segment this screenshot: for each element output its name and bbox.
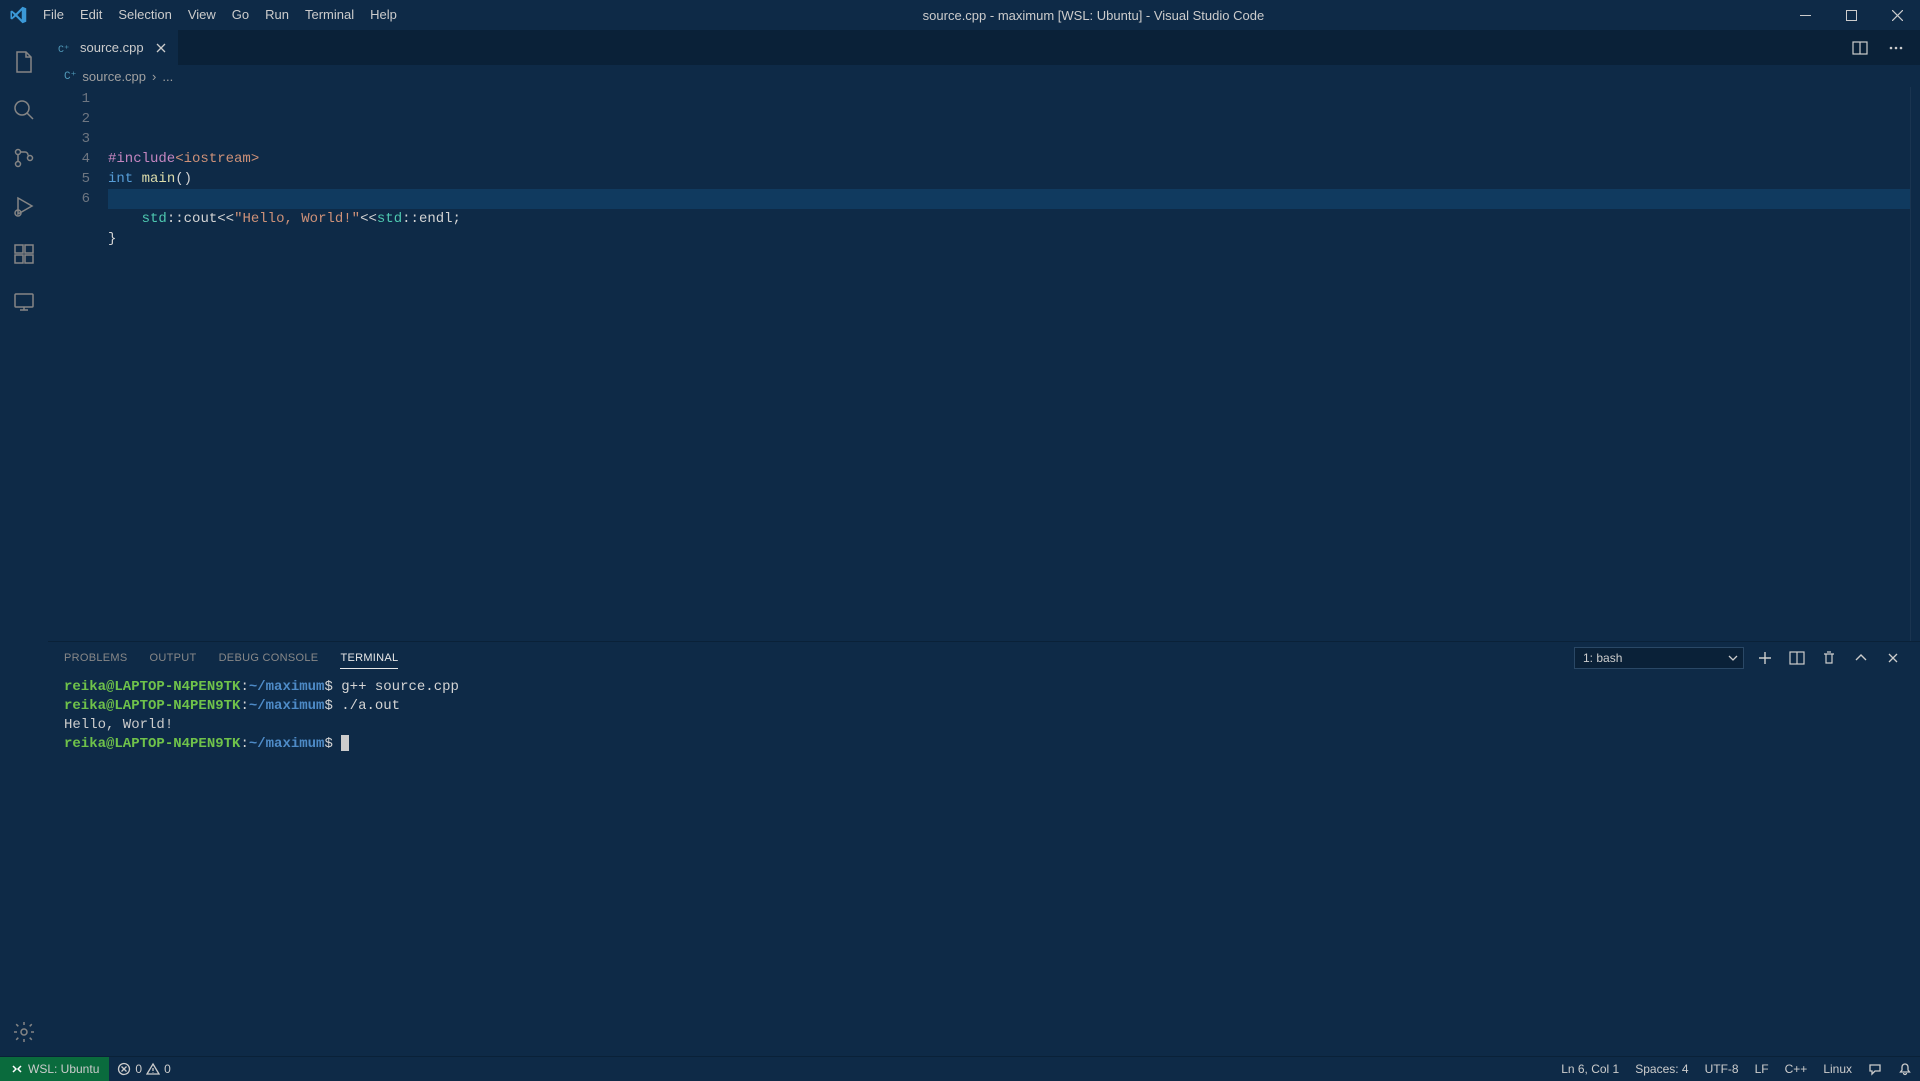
terminal-select-value: 1: bash	[1574, 647, 1744, 669]
vscode-logo-icon	[0, 6, 35, 24]
remote-indicator[interactable]: WSL: Ubuntu	[0, 1057, 109, 1081]
chevron-right-icon: ›	[152, 69, 156, 84]
settings-gear-icon[interactable]	[0, 1008, 48, 1056]
panel-tab-debug-console[interactable]: DEBUG CONSOLE	[219, 648, 319, 668]
run-debug-icon[interactable]	[0, 182, 48, 230]
menu-file[interactable]: File	[35, 0, 72, 30]
menu-go[interactable]: Go	[224, 0, 257, 30]
close-panel-icon[interactable]	[1882, 647, 1904, 669]
feedback-icon[interactable]	[1860, 1057, 1890, 1081]
menu-view[interactable]: View	[180, 0, 224, 30]
tab-source-cpp[interactable]: C⁺ source.cpp	[48, 30, 179, 65]
maximize-panel-icon[interactable]	[1850, 647, 1872, 669]
source-control-icon[interactable]	[0, 134, 48, 182]
window-controls	[1782, 0, 1920, 30]
indentation[interactable]: Spaces: 4	[1627, 1057, 1696, 1081]
breadcrumb-file: source.cpp	[82, 69, 146, 84]
explorer-icon[interactable]	[0, 38, 48, 86]
terminal-actions: 1: bash	[1574, 647, 1904, 669]
activity-bar	[0, 30, 48, 1056]
breadcrumb[interactable]: C⁺ source.cpp › ...	[48, 65, 1920, 87]
split-terminal-icon[interactable]	[1786, 647, 1808, 669]
menu-bar: File Edit Selection View Go Run Terminal…	[35, 0, 405, 30]
maximize-button[interactable]	[1828, 0, 1874, 30]
editor-container: C⁺ source.cpp C⁺ source.cpp › ... 123456	[48, 30, 1920, 1056]
close-tab-icon[interactable]	[154, 41, 168, 55]
minimap[interactable]	[1910, 87, 1920, 641]
code-area[interactable]: #include<iostream>int main(){ std::cout<…	[108, 87, 1910, 641]
tab-label: source.cpp	[80, 40, 144, 55]
breadcrumb-more: ...	[162, 69, 173, 84]
notifications-icon[interactable]	[1890, 1057, 1920, 1081]
line-gutter: 123456	[48, 87, 108, 641]
terminal-output[interactable]: reika@LAPTOP-N4PEN9TK:~/maximum$ g++ sou…	[48, 674, 1920, 1056]
minimize-button[interactable]	[1782, 0, 1828, 30]
panel-tab-problems[interactable]: PROBLEMS	[64, 648, 128, 668]
current-line-highlight	[108, 189, 1910, 209]
editor-tabs: C⁺ source.cpp	[48, 30, 1920, 65]
error-count: 0	[135, 1062, 142, 1076]
menu-selection[interactable]: Selection	[110, 0, 179, 30]
menu-terminal[interactable]: Terminal	[297, 0, 362, 30]
more-actions-icon[interactable]	[1882, 34, 1910, 62]
menu-help[interactable]: Help	[362, 0, 405, 30]
panel-tab-output[interactable]: OUTPUT	[150, 648, 197, 668]
bottom-panel: PROBLEMS OUTPUT DEBUG CONSOLE TERMINAL 1…	[48, 641, 1920, 1056]
panel-tabs: PROBLEMS OUTPUT DEBUG CONSOLE TERMINAL 1…	[48, 642, 1920, 674]
search-icon[interactable]	[0, 86, 48, 134]
status-bar: WSL: Ubuntu 0 0 Ln 6, Col 1 Spaces: 4 UT…	[0, 1056, 1920, 1080]
title-bar: File Edit Selection View Go Run Terminal…	[0, 0, 1920, 30]
svg-text:C⁺: C⁺	[58, 45, 69, 56]
cursor-position[interactable]: Ln 6, Col 1	[1553, 1057, 1627, 1081]
encoding[interactable]: UTF-8	[1697, 1057, 1747, 1081]
eol[interactable]: LF	[1747, 1057, 1777, 1081]
extensions-icon[interactable]	[0, 230, 48, 278]
language-mode[interactable]: C++	[1777, 1057, 1816, 1081]
remote-explorer-icon[interactable]	[0, 278, 48, 326]
warning-count: 0	[164, 1062, 171, 1076]
main-area: C⁺ source.cpp C⁺ source.cpp › ... 123456	[0, 30, 1920, 1056]
panel-tab-terminal[interactable]: TERMINAL	[340, 648, 398, 669]
window-title: source.cpp - maximum [WSL: Ubuntu] - Vis…	[405, 8, 1782, 23]
close-window-button[interactable]	[1874, 0, 1920, 30]
menu-run[interactable]: Run	[257, 0, 297, 30]
os-indicator[interactable]: Linux	[1815, 1057, 1860, 1081]
cpp-file-icon: C⁺	[58, 40, 74, 56]
remote-label: WSL: Ubuntu	[28, 1062, 99, 1076]
cpp-file-icon: C⁺	[64, 69, 76, 83]
menu-edit[interactable]: Edit	[72, 0, 110, 30]
editor-actions	[1846, 30, 1920, 65]
kill-terminal-icon[interactable]	[1818, 647, 1840, 669]
problems-status[interactable]: 0 0	[109, 1057, 178, 1081]
terminal-select[interactable]: 1: bash	[1574, 647, 1744, 669]
status-right: Ln 6, Col 1 Spaces: 4 UTF-8 LF C++ Linux	[1553, 1057, 1920, 1081]
split-editor-icon[interactable]	[1846, 34, 1874, 62]
new-terminal-icon[interactable]	[1754, 647, 1776, 669]
code-editor[interactable]: 123456 #include<iostream>int main(){ std…	[48, 87, 1920, 641]
